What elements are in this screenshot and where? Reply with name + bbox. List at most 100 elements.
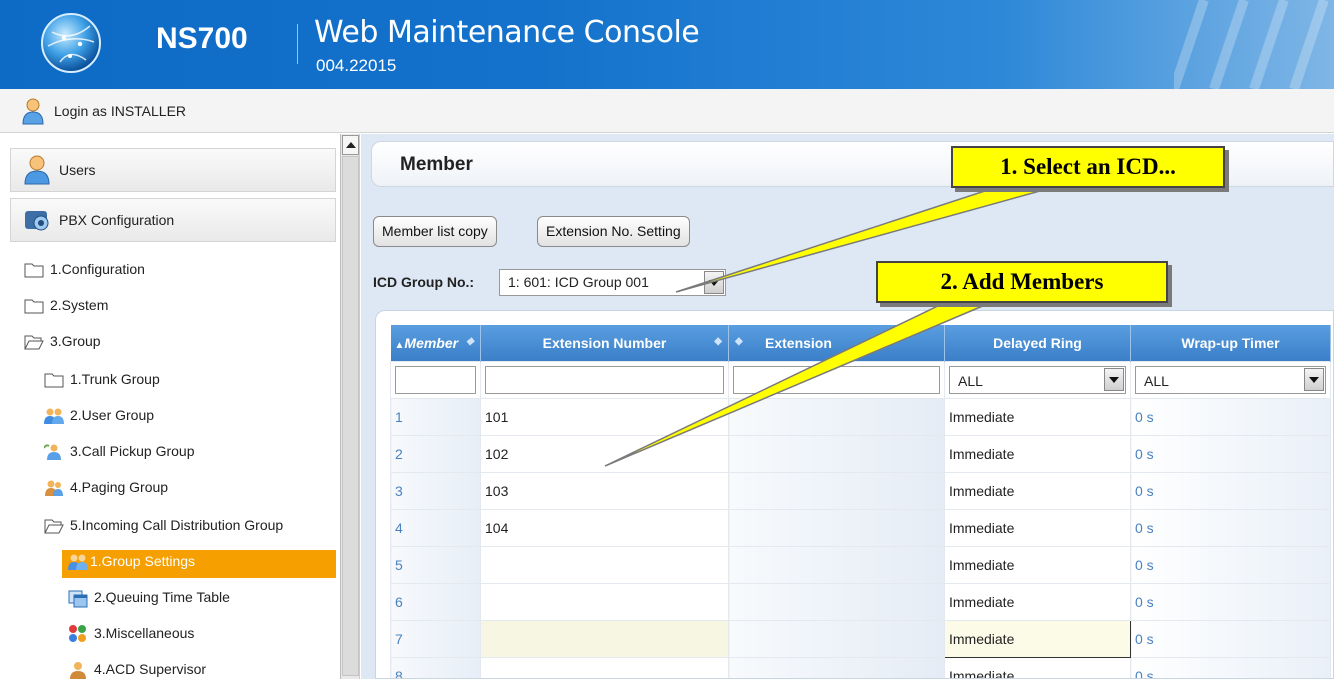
wrapup-timer-cell[interactable]: 0 s: [1130, 397, 1331, 436]
delayed-ring-cell[interactable]: Immediate: [944, 656, 1131, 678]
column-header-member[interactable]: ▲Member ◆: [390, 325, 481, 361]
group-settings-icon: [68, 554, 88, 570]
user-group-icon: [44, 408, 64, 424]
tree-item-system[interactable]: 2.System: [24, 294, 324, 322]
wrapup-timer-cell[interactable]: 0 s: [1130, 434, 1331, 473]
extension-number-cell[interactable]: [480, 545, 729, 584]
extension-name-filter-input[interactable]: [733, 365, 940, 394]
member-cell: 2: [390, 434, 481, 473]
delayed-ring-cell[interactable]: Immediate: [944, 471, 1131, 510]
tree-item-call-pickup-group[interactable]: 3.Call Pickup Group: [44, 440, 334, 468]
extension-name-cell: [728, 656, 945, 678]
tree-item-configuration[interactable]: 1.Configuration: [24, 258, 324, 286]
member-list-copy-button[interactable]: Member list copy: [373, 216, 497, 247]
extension-name-cell: [728, 508, 945, 547]
sort-icon: ◆: [714, 336, 722, 347]
app-version: 004.22015: [316, 56, 397, 75]
scroll-up-button[interactable]: [342, 135, 359, 155]
sidebar-section-pbx-configuration[interactable]: PBX Configuration: [10, 198, 336, 242]
delayed-ring-cell[interactable]: Immediate: [944, 582, 1131, 621]
queuing-table-icon: [68, 590, 88, 608]
tree-item-queuing-time-table[interactable]: 2.Queuing Time Table: [68, 586, 336, 614]
extension-no-setting-button[interactable]: Extension No. Setting: [537, 216, 690, 247]
chevron-down-icon[interactable]: [1104, 367, 1124, 391]
icd-group-label: ICD Group No.:: [373, 274, 475, 290]
delayed-ring-cell[interactable]: Immediate: [944, 397, 1131, 436]
delayed-ring-cell[interactable]: Immediate: [944, 619, 1131, 658]
member-cell: 5: [390, 545, 481, 584]
tree-item-group[interactable]: 3.Group: [24, 330, 324, 358]
chevron-down-icon[interactable]: [1304, 367, 1324, 391]
call-pickup-icon: [44, 444, 61, 460]
extension-number-cell[interactable]: 103: [480, 471, 729, 510]
column-header-delayed-ring[interactable]: Delayed Ring: [944, 325, 1131, 361]
extension-number-cell[interactable]: [480, 582, 729, 621]
main-content: Member Member list copy Extension No. Se…: [361, 134, 1334, 679]
tree-item-label: 5.Incoming Call Distribution Group: [70, 517, 284, 533]
tree-item-label: 4.Paging Group: [70, 479, 169, 495]
member-filter-input[interactable]: [395, 365, 476, 394]
tree-item-label: 1.Group Settings: [90, 553, 196, 569]
wrapup-timer-cell[interactable]: 0 s: [1130, 471, 1331, 510]
scroll-thumb[interactable]: [342, 156, 359, 676]
chevron-down-icon[interactable]: [704, 271, 724, 294]
extension-number-filter-input[interactable]: [485, 365, 724, 394]
header-divider: [297, 24, 298, 64]
login-status: Login as INSTALLER: [54, 103, 187, 119]
delayed-ring-filter-select[interactable]: ALL: [949, 365, 1126, 394]
table-row[interactable]: 3 103 Immediate 0 s: [390, 471, 1331, 510]
filter-row: ALL ALL: [390, 360, 1331, 399]
column-header-label: Extension Number: [542, 334, 667, 351]
table-row[interactable]: 2 102 Immediate 0 s: [390, 434, 1331, 473]
column-header-extension-name[interactable]: ◆ Extension: [728, 325, 945, 361]
sidebar-section-users[interactable]: Users: [10, 148, 336, 192]
member-cell: 4: [390, 508, 481, 547]
extension-number-cell[interactable]: 102: [480, 434, 729, 473]
extension-number-cell[interactable]: 104: [480, 508, 729, 547]
table-row[interactable]: 6 Immediate 0 s: [390, 582, 1331, 621]
folder-icon: [24, 299, 44, 314]
sort-icon: ◆: [735, 336, 743, 347]
wrapup-timer-cell[interactable]: 0 s: [1130, 508, 1331, 547]
wrapup-timer-cell[interactable]: 0 s: [1130, 545, 1331, 584]
wrapup-timer-cell[interactable]: 0 s: [1130, 582, 1331, 621]
tree-item-label: 3.Call Pickup Group: [70, 443, 195, 459]
delayed-ring-cell[interactable]: Immediate: [944, 545, 1131, 584]
paging-icon: [45, 480, 63, 496]
delayed-ring-cell[interactable]: Immediate: [944, 434, 1131, 473]
users-icon: [24, 155, 50, 185]
wrapup-timer-cell[interactable]: 0 s: [1130, 656, 1331, 678]
extension-number-cell[interactable]: [480, 619, 729, 658]
sidebar-scrollbar[interactable]: [340, 134, 359, 679]
wrapup-filter-select[interactable]: ALL: [1135, 365, 1326, 394]
member-cell: 6: [390, 582, 481, 621]
member-cell: 1: [390, 397, 481, 436]
tree-item-paging-group[interactable]: 4.Paging Group: [44, 476, 334, 504]
app-header: NS700 Web Maintenance Console 004.22015: [0, 0, 1334, 89]
column-header-label: Delayed Ring: [993, 334, 1082, 351]
tree-item-user-group[interactable]: 2.User Group: [44, 404, 334, 432]
tree-item-icd-group[interactable]: 5.Incoming Call Distribution Group: [44, 514, 334, 542]
sort-icon: ◆: [466, 336, 474, 347]
header-decoration: [1174, 0, 1329, 89]
table-row[interactable]: 4 104 Immediate 0 s: [390, 508, 1331, 547]
extension-name-cell: [728, 582, 945, 621]
member-table: ▲Member ◆ Extension Number ◆ ◆ Extension…: [390, 325, 1331, 678]
tree-item-group-settings[interactable]: 1.Group Settings: [62, 550, 336, 578]
tree-item-miscellaneous[interactable]: 3.Miscellaneous: [68, 622, 336, 650]
tree-item-label: 3.Miscellaneous: [94, 625, 195, 641]
extension-number-cell[interactable]: [480, 656, 729, 678]
table-row[interactable]: 8 Immediate 0 s: [390, 656, 1331, 678]
extension-number-cell[interactable]: 101: [480, 397, 729, 436]
table-row[interactable]: 7 Immediate 0 s: [390, 619, 1331, 658]
column-header-extension-number[interactable]: Extension Number ◆: [480, 325, 729, 361]
tree-item-acd-supervisor[interactable]: 4.ACD Supervisor: [68, 658, 336, 679]
column-header-wrapup-timer[interactable]: Wrap-up Timer: [1130, 325, 1331, 361]
delayed-ring-cell[interactable]: Immediate: [944, 508, 1131, 547]
column-header-label: Member: [404, 334, 459, 351]
table-row[interactable]: 1 101 Immediate 0 s: [390, 397, 1331, 436]
wrapup-timer-cell[interactable]: 0 s: [1130, 619, 1331, 658]
tree-item-trunk-group[interactable]: 1.Trunk Group: [44, 368, 334, 396]
table-row[interactable]: 5 Immediate 0 s: [390, 545, 1331, 584]
icd-group-select[interactable]: 1: 601: ICD Group 001: [499, 269, 726, 296]
